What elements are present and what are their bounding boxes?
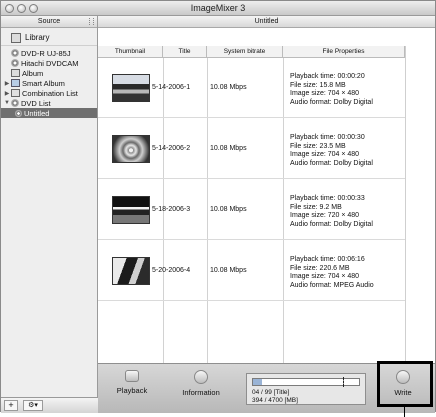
row-title: 5-20-2006-4: [152, 267, 191, 274]
write-button-highlight: [377, 361, 433, 407]
row-file-properties: Playback time: 00:00:30 File size: 23.5 …: [290, 134, 373, 167]
source-sidebar: Source Library DVD-R UJ-85J Hitachi DVDC…: [1, 16, 98, 413]
row-title: 5-14-2006-1: [152, 84, 191, 91]
capacity-marker: [343, 377, 344, 387]
column-header-file-properties[interactable]: File Properties: [283, 46, 405, 58]
sidebar-item-label: DVD List: [21, 98, 51, 108]
library-item[interactable]: Library: [1, 30, 97, 46]
disc-small-icon: [15, 109, 22, 117]
column-header-title[interactable]: Title: [163, 46, 207, 58]
add-button[interactable]: +: [4, 400, 18, 411]
title-count: 04 / 99 [Title]: [252, 389, 290, 396]
combination-list-icon: [11, 89, 20, 97]
title-table: Thumbnail Title System bitrate File Prop…: [98, 28, 435, 363]
sidebar-item-combination-list[interactable]: ▶ Combination List: [1, 88, 97, 98]
disclosure-down-icon[interactable]: ▼: [3, 100, 11, 106]
capacity-bar: [252, 377, 360, 387]
column-header-bitrate[interactable]: System bitrate: [207, 46, 283, 58]
table-row[interactable]: 5-20-2006-4 10.08 Mbps Playback time: 00…: [98, 241, 405, 301]
video-thumbnail: [112, 74, 150, 102]
sidebar-item-label: Album: [22, 68, 44, 78]
sidebar-item-label: Hitachi DVDCAM: [21, 58, 79, 68]
table-row[interactable]: 5-14-2006-2 10.08 Mbps Playback time: 00…: [98, 119, 405, 179]
smart-album-icon: [11, 79, 20, 87]
information-button[interactable]: Information: [171, 370, 231, 410]
info-icon: [194, 370, 208, 384]
sidebar-item-label: Smart Album: [22, 78, 65, 88]
information-label: Information: [182, 388, 220, 397]
source-header: Source: [1, 16, 97, 28]
table-row[interactable]: 5-18-2006-3 10.08 Mbps Playback time: 00…: [98, 180, 405, 240]
disclosure-right-icon[interactable]: ▶: [3, 90, 11, 97]
sidebar-footer: + ⚙▾: [1, 397, 98, 413]
sidebar-item-label: DVD-R UJ-85J: [21, 48, 71, 58]
sidebar-item-album[interactable]: Album: [1, 68, 97, 78]
callout-line: [404, 407, 405, 417]
resize-grip-icon[interactable]: [89, 18, 94, 25]
table-row[interactable]: 5-14-2006-1 10.08 Mbps Playback time: 00…: [98, 58, 405, 118]
row-title: 5-18-2006-3: [152, 206, 191, 213]
row-bitrate: 10.08 Mbps: [210, 84, 247, 91]
library-icon: [11, 32, 21, 43]
playback-label: Playback: [116, 386, 148, 395]
sidebar-item-smart-album[interactable]: ▶ Smart Album: [1, 78, 97, 88]
sidebar-item-label: Combination List: [22, 88, 78, 98]
disclosure-right-icon[interactable]: ▶: [3, 80, 11, 87]
source-header-label: Source: [37, 18, 61, 25]
sidebar-item-untitled[interactable]: Untitled: [1, 108, 97, 118]
sidebar-item-dvd-r[interactable]: DVD-R UJ-85J: [1, 48, 97, 58]
sidebar-item-label: Untitled: [24, 108, 50, 118]
disc-capacity-meter: 04 / 99 [Title] 394 / 4700 [MB]: [246, 373, 366, 405]
actions-menu-button[interactable]: ⚙▾: [23, 400, 43, 411]
dvd-list-icon: [11, 99, 19, 107]
row-bitrate: 10.08 Mbps: [210, 206, 247, 213]
row-file-properties: Playback time: 00:00:33 File size: 9.2 M…: [290, 195, 373, 228]
list-title: Untitled: [98, 16, 435, 28]
album-icon: [11, 69, 20, 77]
capacity-mb: 394 / 4700 [MB]: [252, 397, 298, 404]
video-thumbnail: [112, 135, 150, 163]
sidebar-item-hitachi-dvdcam[interactable]: Hitachi DVDCAM: [1, 58, 97, 68]
row-bitrate: 10.08 Mbps: [210, 267, 247, 274]
row-title: 5-14-2006-2: [152, 145, 191, 152]
row-file-properties: Playback time: 00:06:16 File size: 220.6…: [290, 256, 374, 289]
playback-icon: [125, 370, 139, 382]
column-header-thumbnail[interactable]: Thumbnail: [98, 46, 163, 58]
window-title: ImageMixer 3: [190, 3, 246, 13]
capacity-fill: [253, 379, 262, 385]
title-bar[interactable]: ImageMixer 3: [1, 1, 435, 16]
row-file-properties: Playback time: 00:00:20 File size: 15.8 …: [290, 73, 373, 106]
camera-icon: [11, 59, 19, 67]
video-thumbnail: [112, 196, 150, 224]
library-label: Library: [25, 33, 50, 42]
vertical-scrollbar[interactable]: [405, 46, 435, 363]
content-area: Untitled Thumbnail Title System bitrate …: [98, 16, 435, 413]
disc-icon: [11, 49, 19, 57]
row-bitrate: 10.08 Mbps: [210, 145, 247, 152]
sidebar-item-dvd-list[interactable]: ▼ DVD List: [1, 98, 97, 108]
app-window: ImageMixer 3 Source Library DVD-R UJ-85J…: [0, 0, 436, 413]
video-thumbnail: [112, 257, 150, 285]
playback-button[interactable]: Playback: [102, 370, 162, 410]
